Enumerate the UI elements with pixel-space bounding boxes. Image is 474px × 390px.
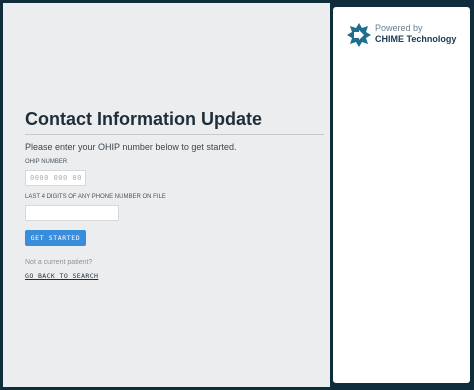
chime-logo-icon	[347, 23, 371, 47]
phone-digits-label: LAST 4 DIGITS OF ANY PHONE NUMBER ON FIL…	[25, 194, 166, 200]
intro-text: Please enter your OHIP number below to g…	[25, 142, 237, 152]
form-panel: Contact Information Update Please enter …	[3, 3, 330, 387]
ohip-input[interactable]	[25, 170, 86, 186]
page-title: Contact Information Update	[25, 109, 262, 129]
phone-digits-input[interactable]	[25, 205, 119, 221]
get-started-button[interactable]: GET STARTED	[25, 230, 86, 246]
back-to-search-link[interactable]: GO BACK TO SEARCH	[25, 272, 98, 280]
not-patient-text: Not a current patient?	[25, 259, 93, 266]
brand-logo: Powered by CHIME Technology	[347, 23, 456, 47]
brand-name: CHIME Technology	[375, 34, 457, 44]
ohip-label: OHIP NUMBER	[25, 159, 68, 165]
title-divider	[25, 134, 324, 135]
brand-panel: Powered by CHIME Technology	[333, 7, 470, 383]
powered-by-text: Powered by	[375, 23, 423, 33]
